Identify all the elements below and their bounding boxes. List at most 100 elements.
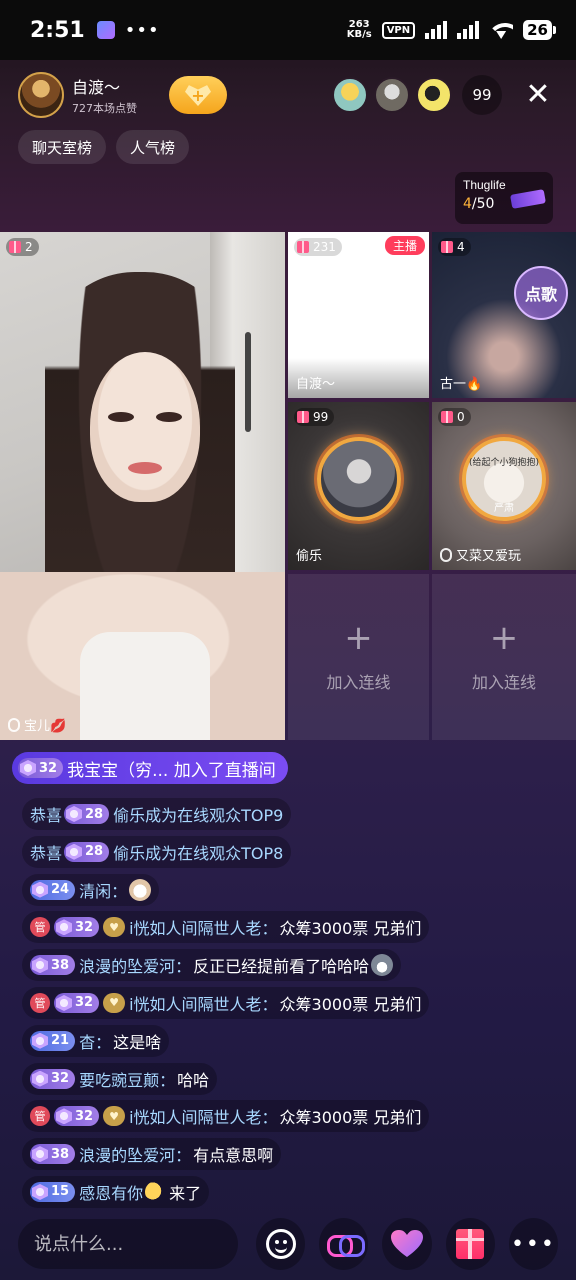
chat-text: 众筹3000票 兄弟们 bbox=[279, 919, 422, 939]
level-number: 32 bbox=[51, 1071, 70, 1087]
like-button[interactable] bbox=[382, 1218, 432, 1270]
gift-icon bbox=[456, 1229, 485, 1259]
level-number: 38 bbox=[51, 957, 70, 973]
wifi-icon bbox=[489, 21, 514, 39]
emoji-button[interactable] bbox=[256, 1218, 306, 1270]
heart-plus-icon: + bbox=[185, 85, 211, 106]
husky-emoji-icon bbox=[371, 954, 394, 977]
chat-username[interactable]: 浪漫的坠爱河： bbox=[79, 953, 191, 977]
join-link-slot[interactable]: + 加入连线 bbox=[288, 574, 429, 740]
gift-icon bbox=[297, 411, 309, 423]
viewer-avatar[interactable] bbox=[416, 77, 452, 113]
level-badge: 38 bbox=[30, 1144, 76, 1165]
chat-username[interactable]: 要吃豌豆颠： bbox=[79, 1067, 175, 1091]
gift-count: 0 bbox=[457, 410, 465, 424]
thuglife-task-widget[interactable]: Thuglife 4/50 bbox=[455, 172, 553, 224]
level-number: 32 bbox=[75, 995, 94, 1011]
level-icon bbox=[20, 760, 36, 776]
chat-username[interactable]: 浪漫的坠爱河： bbox=[79, 1142, 191, 1166]
chat-message[interactable]: 恭喜 28 偷乐成为在线观众TOP9 bbox=[22, 798, 292, 830]
level-badge: 15 bbox=[30, 1181, 76, 1202]
status-time: 2:51 bbox=[30, 17, 85, 43]
guest-audio-tile[interactable]: 0 (给起个小狗抱抱) 严肃 又菜又爱玩 bbox=[432, 402, 576, 570]
avatar-caption: (给起个小狗抱抱) bbox=[468, 458, 540, 469]
bottom-bar: ••• bbox=[0, 1216, 576, 1272]
co-host-grid: 2 宝儿💋 231 主播 自渡～ 4 点歌 古一🔥 99 偷乐 0 (给起个小狗… bbox=[0, 232, 576, 740]
chat-message[interactable]: 24 清闲： bbox=[22, 873, 160, 906]
level-icon bbox=[56, 1108, 72, 1125]
chat-text: 这是啥 bbox=[113, 1032, 162, 1052]
chat-input[interactable] bbox=[18, 1219, 238, 1269]
chat-text: 有点意思啊 bbox=[193, 1146, 274, 1166]
gift-button[interactable] bbox=[445, 1218, 495, 1270]
tile-user-name-text: 又菜又爱玩 bbox=[456, 549, 522, 564]
viewer-avatar[interactable] bbox=[374, 77, 410, 113]
follow-button[interactable]: + bbox=[169, 76, 227, 114]
chat-username[interactable]: i恍如人间隔世人老： bbox=[129, 1104, 277, 1128]
streamer-top bbox=[80, 632, 210, 740]
gift-count-badge: 0 bbox=[438, 408, 471, 426]
chat-username[interactable]: 杳： bbox=[79, 1029, 111, 1053]
live-room-header: 自渡～ 727本场点赞 + 99 ✕ bbox=[18, 70, 558, 120]
chat-message[interactable]: 21 杳： 这是啥 bbox=[22, 1024, 170, 1057]
signal-icon bbox=[425, 21, 448, 39]
chat-username[interactable]: 清闲： bbox=[79, 878, 127, 902]
signal-icon-2 bbox=[457, 21, 480, 39]
chat-text: 众筹3000票 兄弟们 bbox=[279, 994, 422, 1014]
chat-message[interactable]: 管 32 ♥ i恍如人间隔世人老： 众筹3000票 兄弟们 bbox=[22, 986, 430, 1019]
chat-message[interactable]: 管 32 ♥ i恍如人间隔世人老： 众筹3000票 兄弟们 bbox=[22, 911, 430, 944]
chat-username[interactable]: i恍如人间隔世人老： bbox=[129, 915, 277, 939]
eye bbox=[156, 412, 182, 422]
chat-message[interactable]: 管 32 ♥ i恍如人间隔世人老： 众筹3000票 兄弟们 bbox=[22, 1100, 430, 1133]
mic-icon bbox=[440, 547, 452, 562]
close-icon[interactable]: ✕ bbox=[518, 75, 558, 115]
network-speed-unit: KB/s bbox=[346, 29, 372, 40]
more-button[interactable]: ••• bbox=[508, 1218, 559, 1270]
level-number: 15 bbox=[51, 1184, 70, 1200]
chat-username[interactable]: 感恩有你 bbox=[79, 1180, 143, 1204]
viewer-avatar[interactable] bbox=[332, 77, 368, 113]
chat-message[interactable]: 32 要吃豌豆颠： 哈哈 bbox=[22, 1062, 218, 1095]
join-link-slot[interactable]: + 加入连线 bbox=[432, 574, 576, 740]
gift-count-badge: 99 bbox=[294, 408, 335, 426]
fan-club-heart-icon: ♥ bbox=[103, 917, 126, 938]
guest-video-tile[interactable]: 4 点歌 古一🔥 bbox=[432, 232, 576, 398]
host-avatar[interactable] bbox=[18, 72, 64, 118]
level-number: 32 bbox=[75, 919, 94, 935]
chat-username[interactable]: i恍如人间隔世人老： bbox=[129, 991, 277, 1015]
main-video-tile[interactable]: 2 宝儿💋 bbox=[0, 232, 285, 740]
tile-user-name: 偷乐 bbox=[296, 549, 323, 564]
level-badge: 24 bbox=[30, 879, 76, 900]
chat-message[interactable]: 38 浪漫的坠爱河： 反正已经提前看了哈哈哈 bbox=[22, 949, 402, 982]
guest-avatar-ring bbox=[316, 437, 401, 522]
viewer-count-button[interactable]: 99 bbox=[462, 75, 502, 115]
manager-badge: 管 bbox=[30, 1106, 50, 1127]
chat-message[interactable]: 恭喜 28 偷乐成为在线观众TOP8 bbox=[22, 835, 292, 868]
chat-message[interactable]: 15 感恩有你 来了 bbox=[22, 1175, 210, 1208]
gift-count-badge: 231 bbox=[294, 238, 342, 256]
popularity-rank-button[interactable]: 人气榜 bbox=[116, 130, 190, 164]
plus-icon: + bbox=[344, 618, 373, 658]
link-button[interactable] bbox=[319, 1218, 369, 1270]
level-badge: 32 bbox=[30, 1068, 76, 1089]
guest-audio-tile[interactable]: 99 偷乐 bbox=[288, 402, 429, 570]
host-info[interactable]: 自渡～ 727本场点赞 bbox=[18, 71, 137, 119]
chat-list[interactable]: 恭喜 28 偷乐成为在线观众TOP9 恭喜 28 偷乐成为在线观众TOP8 24… bbox=[22, 798, 566, 1214]
level-number: 21 bbox=[51, 1033, 70, 1049]
gift-count-badge: 4 bbox=[438, 238, 471, 256]
level-badge: 32 bbox=[18, 758, 64, 778]
level-badge: 38 bbox=[30, 955, 76, 976]
level-number: 24 bbox=[51, 882, 70, 898]
song-request-button[interactable]: 点歌 bbox=[514, 266, 568, 320]
gift-count: 4 bbox=[457, 240, 465, 254]
level-badge: 32 bbox=[54, 992, 100, 1013]
chat-text: 哈哈 bbox=[177, 1070, 210, 1090]
guest-avatar-ring: (给起个小狗抱抱) 严肃 bbox=[462, 437, 546, 522]
tile-user-name: 又菜又爱玩 bbox=[440, 545, 521, 564]
chat-message[interactable]: 38 浪漫的坠爱河： 有点意思啊 bbox=[22, 1138, 282, 1171]
level-icon bbox=[66, 843, 83, 860]
level-number: 28 bbox=[85, 806, 104, 822]
host-video-tile[interactable]: 231 主播 自渡～ bbox=[288, 232, 429, 398]
chatroom-rank-button[interactable]: 聊天室榜 bbox=[18, 130, 107, 164]
level-number: 28 bbox=[85, 844, 104, 860]
